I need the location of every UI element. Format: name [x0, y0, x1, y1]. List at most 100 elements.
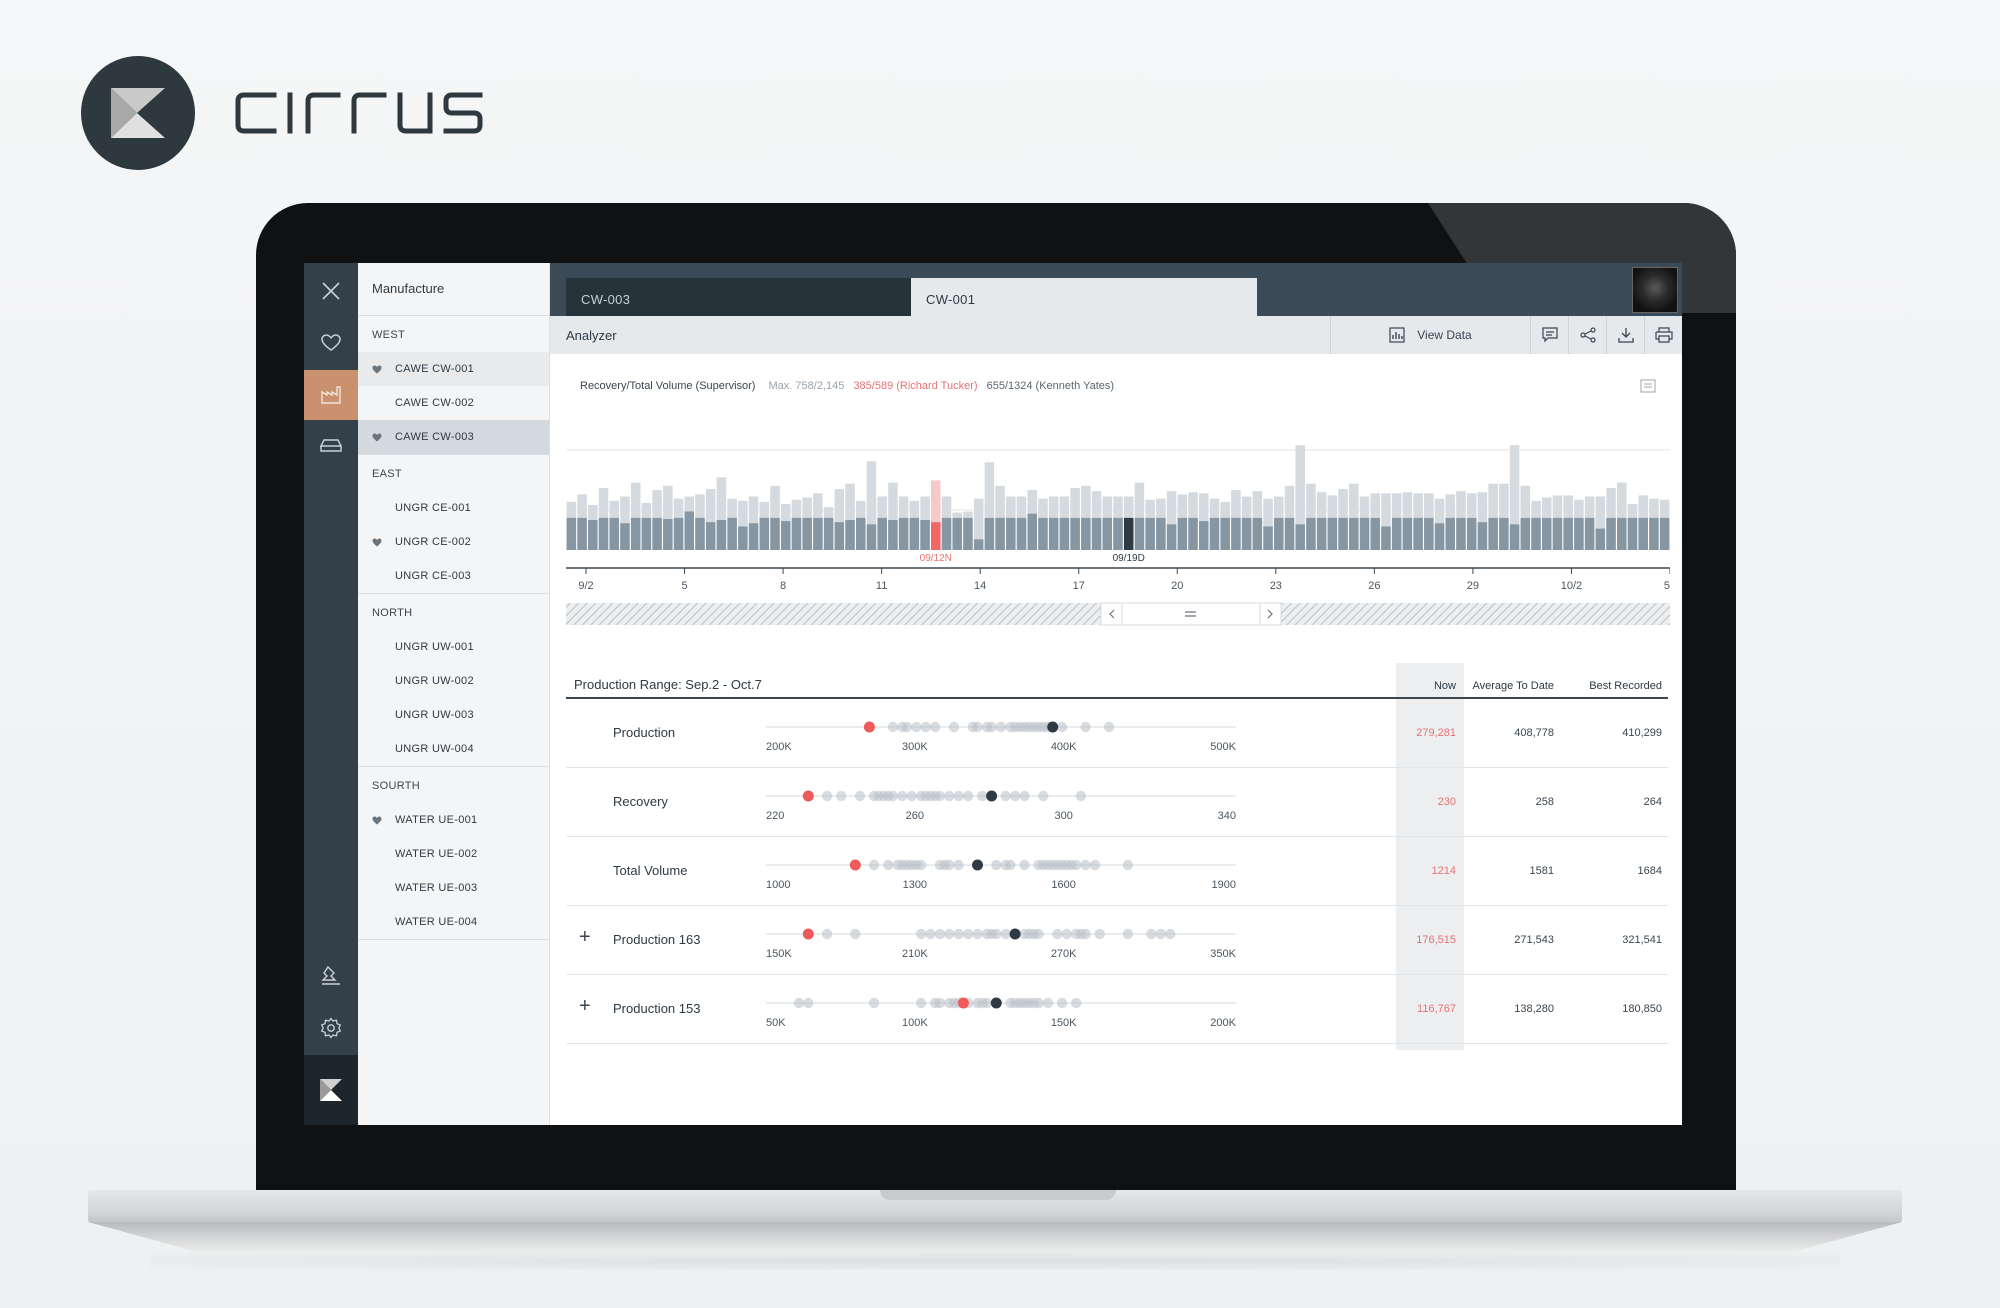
scroll-track-right — [1281, 603, 1670, 625]
bar-front — [1574, 517, 1584, 550]
nav-item[interactable]: UNGR CE-002 — [358, 525, 549, 559]
nav-item[interactable]: UNGR UW-001 — [358, 630, 549, 664]
range-dot — [897, 790, 908, 802]
range-value-now: 279,281 — [1416, 727, 1456, 739]
expand-plus-icon[interactable]: + — [579, 995, 591, 1018]
nav-group-1: EAST UNGR CE-001 UNGR CE-002 UNGR CE-003 — [358, 455, 549, 594]
range-dot — [1075, 790, 1087, 802]
download-button[interactable] — [1606, 316, 1644, 354]
nav-item[interactable]: CAWE CW-003 — [358, 420, 549, 454]
range-dot — [925, 928, 936, 940]
range-dot — [1080, 859, 1091, 871]
nav-item[interactable]: WATER UE-004 — [358, 905, 549, 939]
print-button[interactable] — [1644, 316, 1682, 354]
nav-item[interactable]: WATER UE-001 — [358, 803, 549, 837]
app-logo-icon[interactable] — [304, 1055, 358, 1125]
range-dot — [1000, 790, 1011, 802]
bar-front — [877, 517, 887, 550]
gear-icon[interactable] — [304, 1003, 358, 1053]
bar-front — [931, 522, 941, 550]
range-tick-label: 1300 — [903, 879, 927, 891]
range-dot — [991, 859, 1002, 871]
download-icon — [1617, 328, 1634, 343]
chart-menu-icon[interactable] — [1640, 379, 1656, 398]
nav-item[interactable]: UNGR CE-003 — [358, 559, 549, 593]
range-dot — [1094, 928, 1105, 940]
range-dot — [962, 928, 974, 940]
range-dot — [1033, 928, 1044, 940]
range-dot — [953, 928, 964, 940]
bar-front — [855, 517, 866, 550]
nav-item-label: CAWE CW-001 — [395, 363, 475, 375]
range-value-avg: 1581 — [1529, 865, 1554, 877]
bar-front — [1263, 526, 1273, 550]
scroll-thumb — [1100, 602, 1282, 626]
bar-front — [1134, 517, 1145, 550]
bar-front — [898, 517, 909, 550]
nav-item-label: UNGR UW-003 — [395, 709, 474, 721]
range-row-label: Production 163 — [613, 932, 701, 947]
range-tick-label: 500K — [1210, 741, 1236, 753]
bar-front — [1209, 517, 1220, 550]
range-dot — [995, 721, 1007, 733]
nav-item[interactable]: UNGR UW-002 — [358, 664, 549, 698]
nav-group-label: NORTH — [372, 607, 413, 619]
range-row: Total Volume 1000 1300 1600 1900 1214 1581 1684 — [566, 837, 1668, 906]
range-dot — [1000, 928, 1011, 940]
view-data-button[interactable]: View Data — [1330, 316, 1530, 354]
expand-plus-icon[interactable]: + — [579, 926, 591, 949]
nav-item[interactable]: CAWE CW-001 — [358, 352, 549, 386]
x-tick-label: 11 — [876, 580, 887, 592]
range-dot-now — [849, 859, 861, 871]
bar-front — [1541, 517, 1552, 550]
range-dot — [934, 997, 946, 1009]
range-dot — [944, 859, 955, 871]
icon-sidebar — [304, 263, 358, 1125]
factory-icon[interactable] — [304, 370, 358, 420]
comment-button[interactable] — [1530, 316, 1568, 354]
range-dot-now — [802, 790, 814, 802]
share-button[interactable] — [1568, 316, 1606, 354]
nav-item-label: UNGR CE-002 — [395, 536, 472, 548]
bar-front — [1188, 517, 1198, 550]
bar-front — [1370, 517, 1381, 550]
nav-group-label: EAST — [372, 468, 402, 480]
nav-item[interactable]: UNGR UW-004 — [358, 732, 549, 766]
range-dot-current — [986, 790, 998, 802]
bar-front — [1659, 517, 1670, 550]
laptop-shadow — [150, 1252, 1840, 1270]
bar-front — [941, 517, 952, 550]
nav-item-label: WATER UE-004 — [395, 916, 478, 928]
range-dot — [953, 859, 964, 871]
stamp-icon[interactable] — [304, 951, 358, 1001]
nav-item[interactable]: WATER UE-003 — [358, 871, 549, 905]
heart-icon[interactable] — [304, 318, 358, 368]
col-best: Best Recorded — [1589, 680, 1662, 692]
close-icon[interactable] — [304, 266, 358, 316]
layers-icon[interactable] — [304, 420, 358, 470]
bar-front — [791, 517, 802, 550]
range-dot — [986, 721, 997, 733]
nav-item[interactable]: UNGR UW-003 — [358, 698, 549, 732]
nav-group-label: WEST — [372, 329, 405, 341]
range-header: Production Range: Sep.2 - Oct.7 Now Aver… — [566, 663, 1668, 699]
bar-front — [1091, 517, 1102, 550]
tab-cw-003[interactable]: CW-003 — [566, 278, 911, 316]
nav-item[interactable]: UNGR CE-001 — [358, 491, 549, 525]
range-tick-label: 1000 — [766, 879, 790, 891]
nav-panel: Manufacture WEST CAWE CW-001 CAWE CW-002 CA… — [358, 263, 550, 1125]
nav-item-label: UNGR UW-004 — [395, 743, 474, 755]
favorite-heart-icon — [358, 538, 395, 547]
nav-item[interactable]: CAWE CW-002 — [358, 386, 549, 420]
range-dot — [962, 790, 974, 802]
nav-item[interactable]: WATER UE-002 — [358, 837, 549, 871]
range-dot-current — [972, 859, 983, 871]
toolbar-title: Analyzer — [566, 328, 617, 343]
wordmark-svg — [235, 92, 483, 134]
avatar[interactable] — [1632, 267, 1678, 313]
x-tick-label: 17 — [1073, 580, 1085, 592]
range-dot — [1103, 721, 1115, 733]
range-dot — [930, 721, 941, 733]
bar-front — [770, 517, 780, 550]
tab-cw-001[interactable]: CW-001 — [911, 278, 1257, 316]
